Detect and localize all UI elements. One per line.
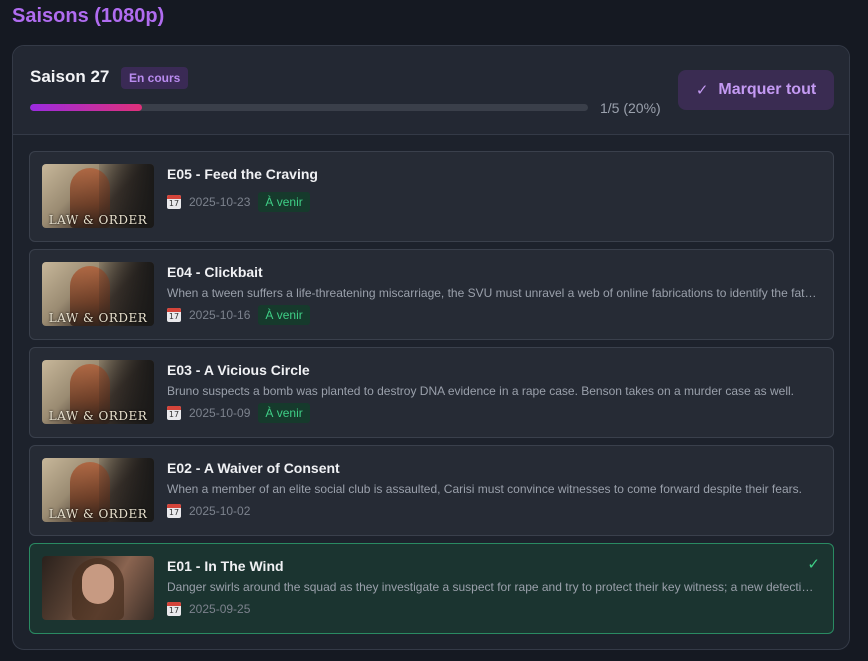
- episode-date: 2025-09-25: [189, 602, 251, 616]
- episode-card[interactable]: LAW & ORDER E03 - A Vicious Circle Bruno…: [29, 347, 834, 438]
- season-header: Saison 27 En cours 1/5 (20%) ✓ Marquer t…: [13, 46, 849, 135]
- calendar-icon: [167, 602, 181, 616]
- calendar-icon: [167, 406, 181, 420]
- season-card: Saison 27 En cours 1/5 (20%) ✓ Marquer t…: [12, 45, 850, 650]
- episode-date: 2025-10-16: [189, 308, 251, 322]
- calendar-icon: [167, 308, 181, 322]
- progress-text: 1/5 (20%): [600, 100, 661, 116]
- episode-description: Danger swirls around the squad as they i…: [167, 580, 819, 594]
- episode-card-watched[interactable]: E01 - In The Wind Danger swirls around t…: [29, 543, 834, 634]
- thumbnail-logo: LAW & ORDER: [48, 409, 148, 423]
- calendar-icon: [167, 195, 181, 209]
- thumbnail-logo: LAW & ORDER: [48, 213, 148, 227]
- episode-meta: 2025-10-02: [167, 501, 250, 521]
- thumbnail-logo: LAW & ORDER: [48, 507, 148, 521]
- upcoming-badge: À venir: [258, 192, 310, 212]
- episode-card[interactable]: LAW & ORDER E02 - A Waiver of Consent Wh…: [29, 445, 834, 536]
- episode-description: When a tween suffers a life-threatening …: [167, 286, 819, 300]
- check-icon[interactable]: ✓: [807, 555, 820, 573]
- episode-title: E05 - Feed the Craving: [167, 166, 318, 182]
- mark-all-button[interactable]: ✓ Marquer tout: [678, 70, 834, 110]
- check-icon: ✓: [695, 82, 709, 99]
- progress-fill: [30, 104, 142, 111]
- episode-card[interactable]: LAW & ORDER E05 - Feed the Craving 2025-…: [29, 151, 834, 242]
- episode-description: Bruno suspects a bomb was planted to des…: [167, 384, 795, 398]
- episode-date: 2025-10-23: [189, 195, 251, 209]
- upcoming-badge: À venir: [258, 305, 310, 325]
- season-title: Saison 27: [30, 67, 110, 86]
- episode-title: E03 - A Vicious Circle: [167, 362, 310, 378]
- episode-thumbnail: [42, 556, 154, 620]
- calendar-icon: [167, 504, 181, 518]
- episode-thumbnail: LAW & ORDER: [42, 262, 154, 326]
- episode-date: 2025-10-09: [189, 406, 251, 420]
- episode-title: E02 - A Waiver of Consent: [167, 460, 340, 476]
- page-title: Saisons (1080p): [12, 5, 165, 27]
- episode-thumbnail: LAW & ORDER: [42, 164, 154, 228]
- episode-title: E04 - Clickbait: [167, 264, 263, 280]
- episode-thumbnail: LAW & ORDER: [42, 458, 154, 522]
- upcoming-badge: À venir: [258, 403, 310, 423]
- episode-title: E01 - In The Wind: [167, 558, 284, 574]
- progress-bar: [30, 104, 588, 111]
- episode-description: When a member of an elite social club is…: [167, 482, 802, 496]
- episode-card[interactable]: LAW & ORDER E04 - Clickbait When a tween…: [29, 249, 834, 340]
- episode-meta: 2025-10-23 À venir: [167, 192, 310, 212]
- episode-meta: 2025-10-09 À venir: [167, 403, 310, 423]
- mark-all-label: Marquer tout: [718, 81, 817, 98]
- episode-thumbnail: LAW & ORDER: [42, 360, 154, 424]
- episode-date: 2025-10-02: [189, 504, 251, 518]
- status-badge: En cours: [121, 67, 189, 89]
- thumbnail-logo: LAW & ORDER: [48, 311, 148, 325]
- episode-meta: 2025-10-16 À venir: [167, 305, 310, 325]
- episode-meta: 2025-09-25: [167, 599, 250, 619]
